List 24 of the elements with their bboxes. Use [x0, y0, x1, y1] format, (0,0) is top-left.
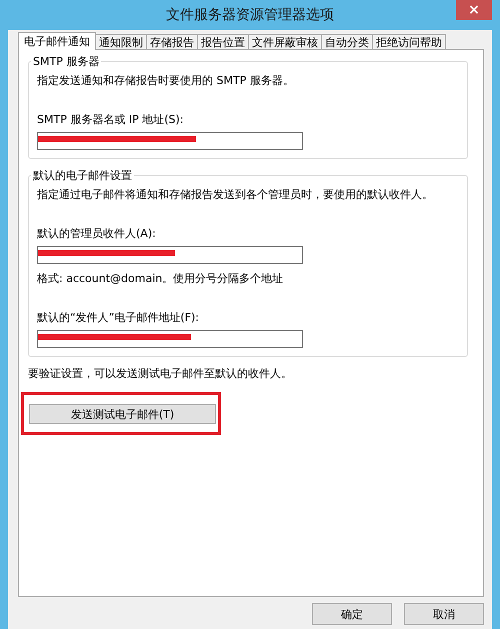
tab[interactable]: 通知限制 — [95, 34, 147, 49]
window-title: 文件服务器资源管理器选项 — [166, 6, 334, 24]
description-text: 指定通过电子邮件将通知和存储报告发送到各个管理员时，要使用的默认收件人。 — [37, 187, 434, 202]
dialog-button[interactable]: 确定 — [312, 603, 392, 625]
input-field[interactable] — [37, 330, 303, 348]
dialog-button[interactable]: 取消 — [404, 603, 484, 625]
field-label: SMTP 服务器名或 IP 地址(S): — [37, 112, 184, 127]
description-text: 指定发送通知和存储报告时要使用的 SMTP 服务器。 — [37, 73, 295, 88]
group-title: SMTP 服务器 — [32, 54, 100, 69]
tab[interactable]: 拒绝访问帮助 — [372, 34, 446, 49]
test-note: 要验证设置，可以发送测试电子邮件至默认的收件人。 — [28, 366, 293, 381]
tab[interactable]: 自动分类 — [321, 34, 373, 49]
tab[interactable]: 电子邮件通知 — [18, 32, 96, 50]
tab[interactable]: 文件屏蔽审核 — [248, 34, 322, 49]
tab[interactable]: 报告位置 — [197, 34, 249, 49]
group-title: 默认的电子邮件设置 — [32, 168, 133, 183]
close-button[interactable]: × — [456, 0, 492, 20]
input-field[interactable] — [37, 132, 303, 150]
input-field[interactable] — [37, 246, 303, 264]
hint-text: 格式: account@domain。使用分号分隔多个地址 — [37, 271, 284, 286]
field-label: 默认的管理员收件人(A): — [37, 226, 157, 241]
send-test-email-button[interactable]: 发送测试电子邮件(T) — [29, 404, 216, 424]
tab[interactable]: 存储报告 — [146, 34, 198, 49]
field-label: 默认的“发件人”电子邮件地址(F): — [37, 310, 200, 325]
